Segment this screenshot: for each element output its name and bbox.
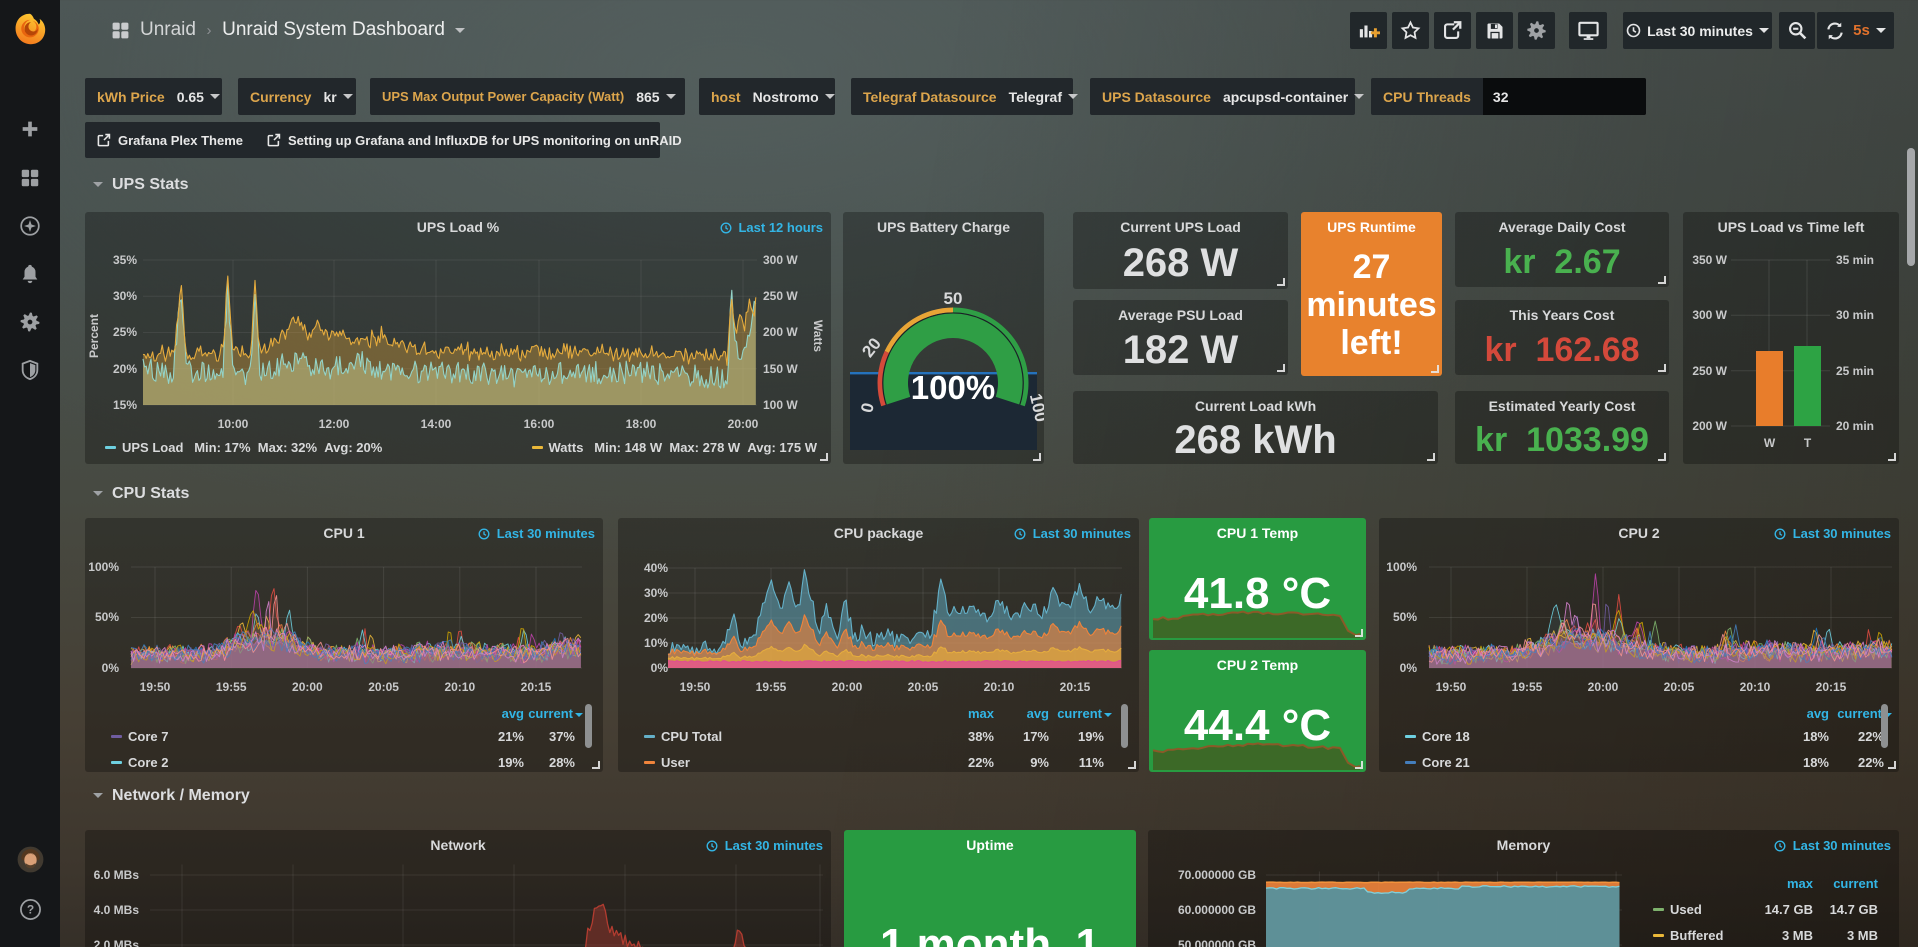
svg-text:100%: 100% xyxy=(911,369,995,406)
svg-text:?: ? xyxy=(27,903,34,917)
svg-text:50: 50 xyxy=(944,289,963,308)
svg-text:20: 20 xyxy=(858,334,885,361)
